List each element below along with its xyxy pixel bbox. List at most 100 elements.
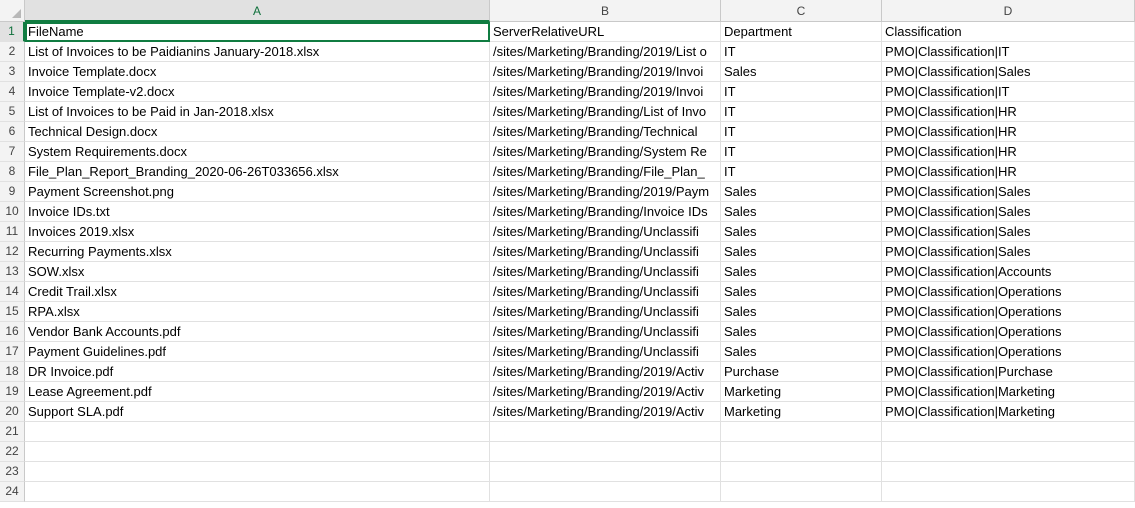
cell-d[interactable]: PMO|Classification|Operations bbox=[882, 322, 1135, 342]
cell-b[interactable]: /sites/Marketing/Branding/File_Plan_ bbox=[490, 162, 721, 182]
cell-d[interactable]: Classification bbox=[882, 22, 1135, 42]
row-header[interactable]: 13 bbox=[0, 262, 25, 282]
cell-b[interactable]: /sites/Marketing/Branding/2019/List o bbox=[490, 42, 721, 62]
cell-a[interactable]: Recurring Payments.xlsx bbox=[25, 242, 490, 262]
cell-c[interactable]: Sales bbox=[721, 262, 882, 282]
cell-d[interactable]: PMO|Classification|Sales bbox=[882, 202, 1135, 222]
row-header[interactable]: 16 bbox=[0, 322, 25, 342]
spreadsheet-grid[interactable]: A B C D 1 FileName ServerRelativeURL Depart… bbox=[0, 0, 1135, 508]
cell-b[interactable]: /sites/Marketing/Branding/List of Invo bbox=[490, 102, 721, 122]
column-header-a[interactable]: A bbox=[25, 0, 490, 22]
cell-c[interactable]: IT bbox=[721, 102, 882, 122]
row-header[interactable]: 6 bbox=[0, 122, 25, 142]
cell-d[interactable]: PMO|Classification|HR bbox=[882, 122, 1135, 142]
row-header[interactable]: 2 bbox=[0, 42, 25, 62]
cell-d[interactable]: PMO|Classification|Marketing bbox=[882, 402, 1135, 422]
cell-c[interactable] bbox=[721, 442, 882, 462]
cell-c[interactable] bbox=[721, 462, 882, 482]
select-all-corner[interactable] bbox=[0, 0, 25, 22]
cell-a[interactable]: Invoice Template.docx bbox=[25, 62, 490, 82]
cell-a[interactable]: Credit Trail.xlsx bbox=[25, 282, 490, 302]
cell-d[interactable] bbox=[882, 422, 1135, 442]
cell-d[interactable]: PMO|Classification|Sales bbox=[882, 182, 1135, 202]
cell-c[interactable]: IT bbox=[721, 142, 882, 162]
cell-a[interactable]: RPA.xlsx bbox=[25, 302, 490, 322]
cell-b[interactable] bbox=[490, 462, 721, 482]
cell-d[interactable]: PMO|Classification|HR bbox=[882, 142, 1135, 162]
cell-b[interactable]: /sites/Marketing/Branding/Unclassifi bbox=[490, 282, 721, 302]
cell-a[interactable]: Lease Agreement.pdf bbox=[25, 382, 490, 402]
cell-c[interactable]: Sales bbox=[721, 182, 882, 202]
cell-a[interactable]: File_Plan_Report_Branding_2020-06-26T033… bbox=[25, 162, 490, 182]
cell-a[interactable]: List of Invoices to be Paidianins Januar… bbox=[25, 42, 490, 62]
row-header[interactable]: 21 bbox=[0, 422, 25, 442]
row-header[interactable]: 8 bbox=[0, 162, 25, 182]
column-header-d[interactable]: D bbox=[882, 0, 1135, 22]
cell-b[interactable]: /sites/Marketing/Branding/Unclassifi bbox=[490, 262, 721, 282]
row-header[interactable]: 3 bbox=[0, 62, 25, 82]
cell-c[interactable] bbox=[721, 422, 882, 442]
cell-a[interactable]: Vendor Bank Accounts.pdf bbox=[25, 322, 490, 342]
row-header[interactable]: 14 bbox=[0, 282, 25, 302]
cell-b[interactable]: /sites/Marketing/Branding/2019/Activ bbox=[490, 402, 721, 422]
cell-a[interactable]: Payment Screenshot.png bbox=[25, 182, 490, 202]
cell-d[interactable]: PMO|Classification|Accounts bbox=[882, 262, 1135, 282]
cell-d[interactable]: PMO|Classification|Operations bbox=[882, 342, 1135, 362]
row-header[interactable]: 9 bbox=[0, 182, 25, 202]
cell-a[interactable]: Invoices 2019.xlsx bbox=[25, 222, 490, 242]
row-header[interactable]: 10 bbox=[0, 202, 25, 222]
cell-a[interactable]: SOW.xlsx bbox=[25, 262, 490, 282]
cell-a[interactable]: Invoice IDs.txt bbox=[25, 202, 490, 222]
row-header[interactable]: 17 bbox=[0, 342, 25, 362]
cell-a[interactable] bbox=[25, 482, 490, 502]
cell-d[interactable]: PMO|Classification|Sales bbox=[882, 62, 1135, 82]
cell-b[interactable]: /sites/Marketing/Branding/2019/Invoi bbox=[490, 82, 721, 102]
cell-c[interactable]: Department bbox=[721, 22, 882, 42]
row-header[interactable]: 18 bbox=[0, 362, 25, 382]
cell-b[interactable]: /sites/Marketing/Branding/Unclassifi bbox=[490, 322, 721, 342]
cell-d[interactable]: PMO|Classification|Sales bbox=[882, 222, 1135, 242]
cell-d[interactable]: PMO|Classification|HR bbox=[882, 102, 1135, 122]
cell-a[interactable]: System Requirements.docx bbox=[25, 142, 490, 162]
row-header[interactable]: 15 bbox=[0, 302, 25, 322]
cell-d[interactable]: PMO|Classification|Operations bbox=[882, 302, 1135, 322]
cell-d[interactable] bbox=[882, 442, 1135, 462]
row-header[interactable]: 19 bbox=[0, 382, 25, 402]
cell-c[interactable]: IT bbox=[721, 82, 882, 102]
cell-b[interactable]: /sites/Marketing/Branding/2019/Activ bbox=[490, 382, 721, 402]
cell-c[interactable]: Sales bbox=[721, 222, 882, 242]
cell-c[interactable]: Sales bbox=[721, 302, 882, 322]
cell-c[interactable]: IT bbox=[721, 42, 882, 62]
cell-b[interactable]: /sites/Marketing/Branding/2019/Paym bbox=[490, 182, 721, 202]
row-header[interactable]: 4 bbox=[0, 82, 25, 102]
cell-a[interactable] bbox=[25, 442, 490, 462]
cell-c[interactable]: Purchase bbox=[721, 362, 882, 382]
cell-b[interactable]: /sites/Marketing/Branding/System Re bbox=[490, 142, 721, 162]
cell-d[interactable]: PMO|Classification|IT bbox=[882, 82, 1135, 102]
row-header[interactable]: 22 bbox=[0, 442, 25, 462]
cell-c[interactable]: Sales bbox=[721, 202, 882, 222]
cell-a[interactable]: Payment Guidelines.pdf bbox=[25, 342, 490, 362]
cell-c[interactable]: Sales bbox=[721, 322, 882, 342]
cell-b[interactable]: /sites/Marketing/Branding/2019/Invoi bbox=[490, 62, 721, 82]
cell-b[interactable] bbox=[490, 442, 721, 462]
cell-b[interactable]: ServerRelativeURL bbox=[490, 22, 721, 42]
row-header[interactable]: 11 bbox=[0, 222, 25, 242]
row-header[interactable]: 12 bbox=[0, 242, 25, 262]
cell-d[interactable] bbox=[882, 462, 1135, 482]
row-header[interactable]: 20 bbox=[0, 402, 25, 422]
cell-b[interactable]: /sites/Marketing/Branding/Unclassifi bbox=[490, 222, 721, 242]
cell-a[interactable] bbox=[25, 422, 490, 442]
cell-a[interactable]: Support SLA.pdf bbox=[25, 402, 490, 422]
cell-c[interactable]: IT bbox=[721, 162, 882, 182]
row-header[interactable]: 1 bbox=[0, 22, 25, 42]
cell-d[interactable]: PMO|Classification|IT bbox=[882, 42, 1135, 62]
cell-c[interactable]: Sales bbox=[721, 62, 882, 82]
cell-c[interactable]: IT bbox=[721, 122, 882, 142]
cell-d[interactable]: PMO|Classification|Operations bbox=[882, 282, 1135, 302]
cell-b[interactable]: /sites/Marketing/Branding/Invoice IDs bbox=[490, 202, 721, 222]
cell-c[interactable]: Marketing bbox=[721, 382, 882, 402]
cell-a[interactable]: DR Invoice.pdf bbox=[25, 362, 490, 382]
cell-d[interactable]: PMO|Classification|Purchase bbox=[882, 362, 1135, 382]
column-header-c[interactable]: C bbox=[721, 0, 882, 22]
